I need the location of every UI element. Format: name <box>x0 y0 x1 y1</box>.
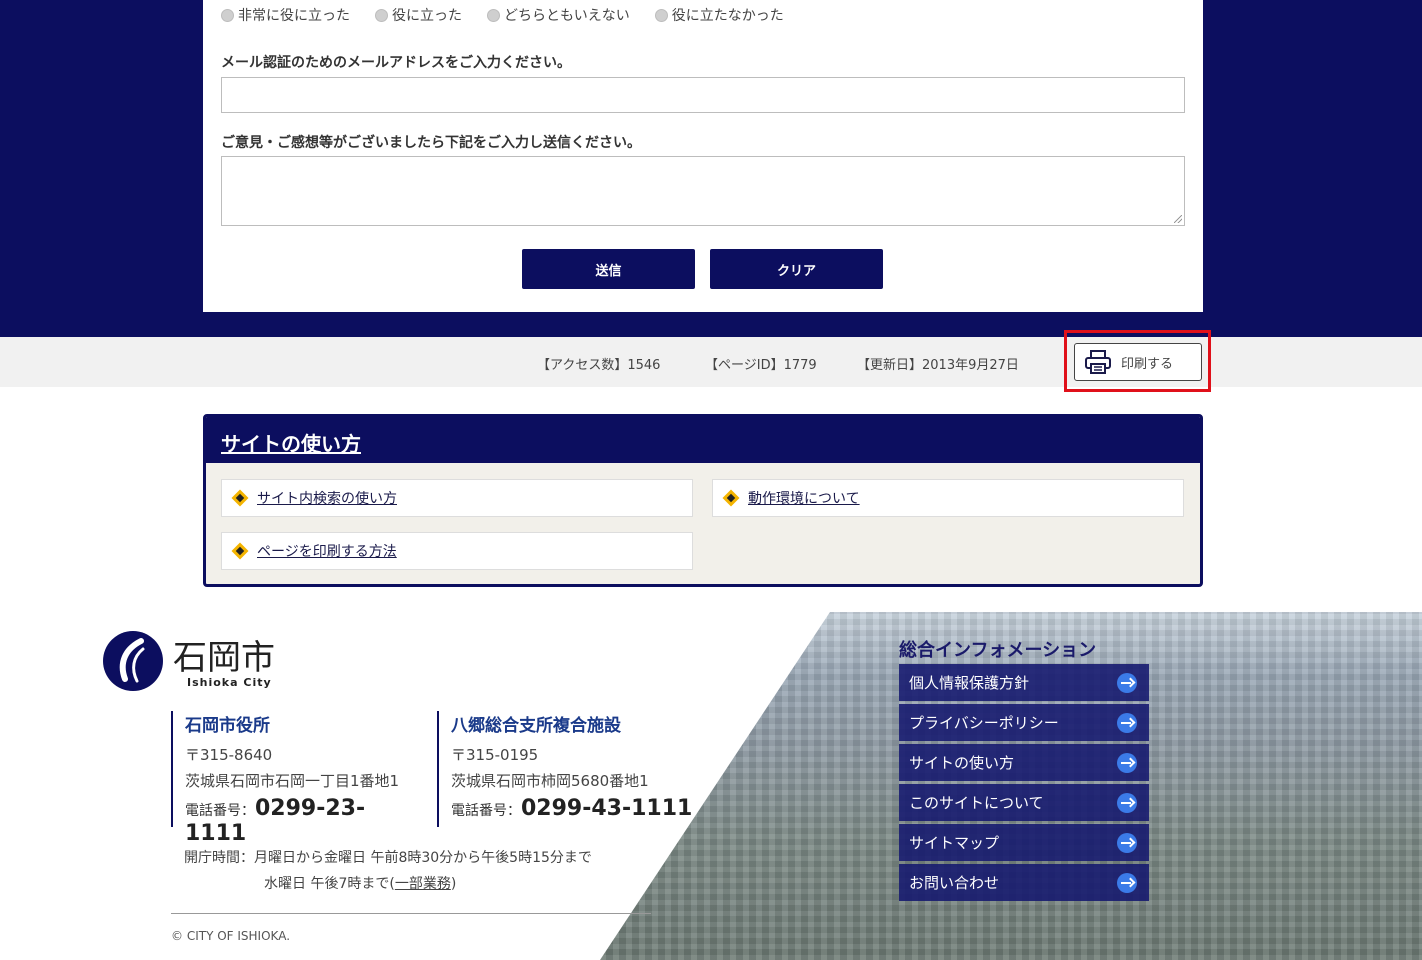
arrow-right-icon <box>1117 832 1137 853</box>
info-menu-contact[interactable]: お問い合わせ <box>899 864 1149 901</box>
arrow-right-icon <box>1117 672 1137 693</box>
arrow-right-icon <box>1117 752 1137 773</box>
rating-option-neutral[interactable]: どちらともいえない <box>487 5 630 25</box>
city-logo-name: 石岡市 <box>173 638 275 678</box>
office-address: 茨城県石岡市石岡一丁目1番地1 <box>185 772 400 790</box>
office-tel: 電話番号：0299-43-1111 <box>451 796 693 821</box>
diamond-arrow-icon <box>722 489 740 507</box>
link-operating-environment[interactable]: 動作環境について <box>712 479 1184 517</box>
resize-grip-icon[interactable] <box>1174 215 1182 223</box>
office-name: 石岡市役所 <box>185 716 270 736</box>
survey-section: 非常に役に立った 役に立った どちらともいえない 役に立たなかった メール認証の… <box>0 0 1422 337</box>
footer-divider <box>171 913 651 914</box>
office-tel: 電話番号：0299-23-1111 <box>185 796 366 846</box>
radio-icon <box>375 8 388 22</box>
rating-option-very-useful[interactable]: 非常に役に立った <box>221 5 350 25</box>
email-label: メール認証のためのメールアドレスをご入力ください。 <box>221 55 571 71</box>
link-print-method[interactable]: ページを印刷する方法 <box>221 532 693 570</box>
arrow-right-icon <box>1117 872 1137 893</box>
survey-card: 非常に役に立った 役に立った どちらともいえない 役に立たなかった メール認証の… <box>203 0 1203 312</box>
link-site-search-usage[interactable]: サイト内検索の使い方 <box>221 479 693 517</box>
radio-icon <box>654 8 668 22</box>
page-id: 【ページID】1779 <box>705 358 817 373</box>
partial-services-link[interactable]: 一部業務 <box>395 876 451 892</box>
access-count: 【アクセス数】1546 <box>537 358 661 373</box>
comment-label: ご意見・ご感想等がございましたら下記をご入力し送信ください。 <box>221 135 641 151</box>
city-logo-sub: Ishioka City <box>187 676 272 689</box>
copyright: © CITY OF ISHIOKA. <box>171 929 291 943</box>
office-zip: 〒315-0195 <box>451 746 539 764</box>
rating-option-not-useful[interactable]: 役に立たなかった <box>654 5 784 25</box>
submit-button[interactable]: 送信 <box>522 249 695 289</box>
office-address: 茨城県石岡市柿岡5680番地1 <box>451 772 649 790</box>
office-hours-line1: 開庁時間：月曜日から金曜日 午前8時30分から午後5時15分まで <box>184 850 592 866</box>
info-menu-title: 総合インフォメーション <box>899 640 1097 661</box>
office-hours-line2: 水曜日 午後7時まで(一部業務) <box>264 876 457 892</box>
radio-icon <box>487 8 500 22</box>
site-usage-title[interactable]: サイトの使い方 <box>206 417 1200 463</box>
office-name: 八郷総合支所複合施設 <box>451 716 621 736</box>
office-hours: 開庁時間：月曜日から金曜日 午前8時30分から午後5時15分まで 水曜日 午後7… <box>184 845 592 897</box>
comment-textarea[interactable] <box>221 156 1185 226</box>
radio-icon <box>221 8 234 22</box>
rating-options: 非常に役に立った 役に立った どちらともいえない 役に立たなかった <box>221 5 809 25</box>
info-menu-privacy-policy[interactable]: プライバシーポリシー <box>899 704 1149 741</box>
arrow-right-icon <box>1117 712 1137 733</box>
diamond-arrow-icon <box>231 542 249 560</box>
info-menu: 個人情報保護方針 プライバシーポリシー サイトの使い方 このサイトについて サイ… <box>899 664 1149 904</box>
rating-option-useful[interactable]: 役に立った <box>375 5 462 25</box>
info-menu-privacy-policy-jp[interactable]: 個人情報保護方針 <box>899 664 1149 701</box>
office-zip: 〒315-8640 <box>185 746 273 764</box>
office-tel-number: 0299-43-1111 <box>521 796 693 821</box>
site-usage-panel: サイトの使い方 サイト内検索の使い方 動作環境について ページを印刷する方法 <box>203 414 1203 587</box>
city-emblem-icon <box>103 631 163 691</box>
arrow-right-icon <box>1117 792 1137 813</box>
info-menu-about-site[interactable]: このサイトについて <box>899 784 1149 821</box>
print-highlight-box <box>1064 330 1211 392</box>
clear-button[interactable]: クリア <box>710 249 883 289</box>
email-field[interactable] <box>221 77 1185 113</box>
office-city-hall: 石岡市役所 〒315-8640 茨城県石岡市石岡一丁目1番地1 電話番号：029… <box>171 711 426 846</box>
office-yasato: 八郷総合支所複合施設 〒315-0195 茨城県石岡市柿岡5680番地1 電話番… <box>437 711 697 827</box>
info-menu-site-usage[interactable]: サイトの使い方 <box>899 744 1149 781</box>
updated-date: 【更新日】2013年9月27日 <box>857 358 1019 373</box>
info-menu-sitemap[interactable]: サイトマップ <box>899 824 1149 861</box>
diamond-arrow-icon <box>231 489 249 507</box>
